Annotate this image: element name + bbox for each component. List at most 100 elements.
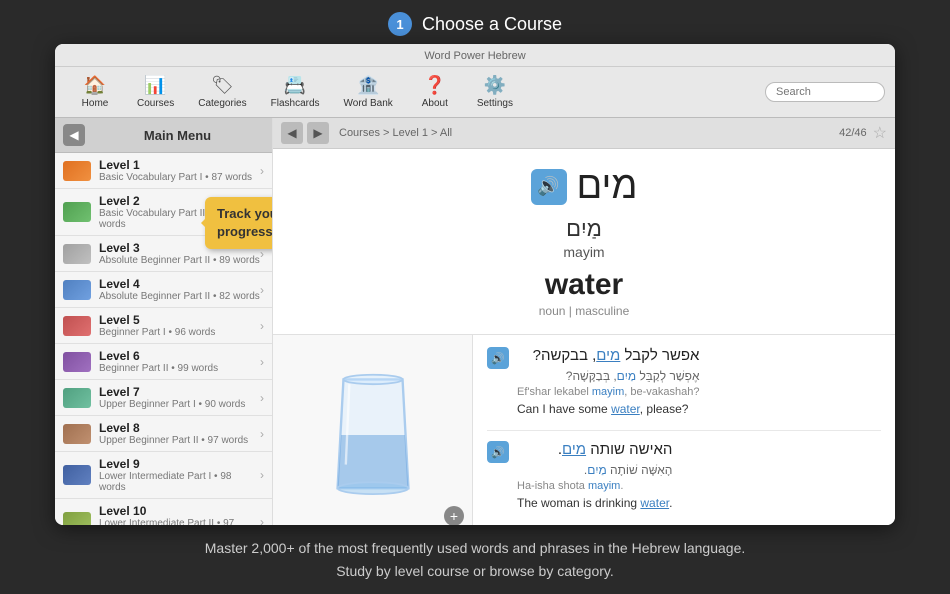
level-8-info: Level 8 Upper Beginner Part II • 97 word… (99, 421, 260, 446)
search-input[interactable] (765, 82, 885, 102)
chevron-icon: › (260, 355, 264, 369)
word-audio-row: 🔊 מים (531, 165, 638, 208)
content-area: ◀ Main Menu Level 1 Basic Vocabulary Par… (55, 118, 895, 525)
wordbank-icon: 🏦 (357, 75, 379, 96)
image-panel: + (273, 335, 473, 525)
level-9-desc: Lower Intermediate Part I • 98 words (99, 471, 260, 493)
sentence-1-audio-button[interactable]: 🔊 (487, 347, 509, 369)
settings-icon: ⚙️ (484, 75, 506, 96)
favorite-button[interactable]: ☆ (873, 123, 887, 143)
app-name: Word Power Hebrew (55, 48, 895, 66)
sentence-1-transliteration: Ef'shar lekabel mayim, be-vakashah? (517, 386, 699, 398)
nav-settings[interactable]: ⚙️ Settings (465, 71, 525, 113)
sidebar-item-level-10[interactable]: Level 10 Lower Intermediate Part II • 97… (55, 499, 272, 525)
sentence-1-english: Can I have some water, please? (517, 401, 699, 418)
nav-about-label: About (422, 98, 448, 109)
nav-settings-label: Settings (477, 98, 513, 109)
sentence-2-row: 🔊 האישה שותה מים. הָאִשָּׁה שׁוֹתָה מַיִ… (487, 439, 881, 512)
sidebar-item-level-8[interactable]: Level 8 Upper Beginner Part II • 97 word… (55, 416, 272, 452)
nav-flashcards-label: Flashcards (271, 98, 320, 109)
level-8-desc: Upper Beginner Part II • 97 words (99, 435, 260, 446)
level-9-info: Level 9 Lower Intermediate Part I • 98 w… (99, 457, 260, 493)
sentence-2-audio-button[interactable]: 🔊 (487, 441, 509, 463)
nav-categories-label: Categories (198, 98, 246, 109)
nav-flashcards[interactable]: 📇 Flashcards (259, 71, 332, 113)
chevron-icon: › (260, 319, 264, 333)
sentence-2-hebrew: האישה שותה מים. (517, 439, 672, 462)
level-10-info: Level 10 Lower Intermediate Part II • 97… (99, 504, 260, 525)
sentence-divider (487, 430, 881, 431)
word-type: noun | masculine (539, 304, 630, 318)
sidebar-item-level-9[interactable]: Level 9 Lower Intermediate Part I • 98 w… (55, 452, 272, 499)
home-icon: 🏠 (84, 75, 106, 96)
breadcrumb: Courses > Level 1 > All (333, 127, 839, 139)
hebrew-word-medium: מַיִם (566, 216, 602, 242)
sidebar-item-level-7[interactable]: Level 7 Upper Beginner Part I • 90 words… (55, 380, 272, 416)
add-image-button[interactable]: + (444, 506, 464, 525)
top-header: 1 Choose a Course (0, 0, 950, 44)
chevron-icon: › (260, 283, 264, 297)
sentence-1-hebrew: אפשר לקבל מים, בבקשה? (517, 345, 699, 368)
sidebar-item-level-2[interactable]: Level 2 Basic Vocabulary Part II • 100 w… (55, 189, 272, 236)
sentence-1-content: אפשר לקבל מים, בבקשה? אֶפְשַׁר לְקַבֵּל … (517, 345, 699, 418)
nav-categories[interactable]: 🏷 Categories (186, 71, 258, 113)
bottom-section: + 🔊 אפשר לקבל מים, בבקשה? אֶפְשַׁר לְקַב… (273, 335, 895, 525)
back-button[interactable]: ◀ (63, 124, 85, 146)
chevron-icon: › (260, 427, 264, 441)
sentence-2-content: האישה שותה מים. הָאִשָּׁה שׁוֹתָה מַיִם.… (517, 439, 672, 512)
nav-wordbank[interactable]: 🏦 Word Bank (332, 71, 405, 113)
word-display: 🔊 מים מַיִם mayim water noun | masculine (273, 149, 895, 335)
level-3-desc: Absolute Beginner Part II • 89 words (99, 255, 260, 266)
main-panel: ◀ ▶ Courses > Level 1 > All 42/46 ☆ 🔊 מי… (273, 118, 895, 525)
main-toolbar: ◀ ▶ Courses > Level 1 > All 42/46 ☆ (273, 118, 895, 149)
chevron-icon: › (260, 391, 264, 405)
sidebar-item-level-6[interactable]: Level 6 Beginner Part II • 99 words › (55, 344, 272, 380)
level-9-thumb (63, 465, 91, 485)
level-8-name: Level 8 (99, 421, 260, 435)
card-count: 42/46 (839, 127, 867, 139)
level-4-name: Level 4 (99, 277, 260, 291)
level-2-thumb (63, 202, 91, 222)
step-badge: 1 (388, 12, 412, 36)
glass-image (323, 370, 423, 500)
sidebar-item-level-5[interactable]: Level 5 Beginner Part I • 96 words › (55, 308, 272, 344)
word-english: water (545, 268, 623, 302)
tagline: Master 2,000+ of the most frequently use… (0, 525, 950, 594)
level-5-thumb (63, 316, 91, 336)
level-5-name: Level 5 (99, 313, 260, 327)
chevron-icon: › (260, 164, 264, 178)
flashcards-icon: 📇 (284, 75, 306, 96)
level-5-desc: Beginner Part I • 96 words (99, 327, 260, 338)
nav-about[interactable]: ❓ About (405, 71, 465, 113)
level-6-info: Level 6 Beginner Part II • 99 words (99, 349, 260, 374)
next-button[interactable]: ▶ (307, 122, 329, 144)
level-4-info: Level 4 Absolute Beginner Part II • 82 w… (99, 277, 260, 302)
nav-courses-label: Courses (137, 98, 174, 109)
level-7-name: Level 7 (99, 385, 260, 399)
chevron-icon: › (260, 515, 264, 525)
sidebar-item-level-4[interactable]: Level 4 Absolute Beginner Part II • 82 w… (55, 272, 272, 308)
sentence-1-row: 🔊 אפשר לקבל מים, בבקשה? אֶפְשַׁר לְקַבֵּ… (487, 345, 881, 418)
tagline-line2: Study by level course or browse by categ… (336, 563, 614, 579)
word-audio-button[interactable]: 🔊 (531, 169, 567, 205)
app-window: Word Power Hebrew 🏠 Home 📊 Courses 🏷 Cat… (55, 44, 895, 525)
level-6-thumb (63, 352, 91, 372)
sentence-1-voweled: אֶפְשַׁר לְקַבֵּל מַיִם, בְּבַקָּשָׁה? (517, 368, 699, 385)
level-5-info: Level 5 Beginner Part I • 96 words (99, 313, 260, 338)
track-progress-tooltip: Track yourprogress (205, 197, 272, 249)
sentence-2-english: The woman is drinking water. (517, 495, 672, 512)
nav-home[interactable]: 🏠 Home (65, 71, 125, 113)
nav-wordbank-label: Word Bank (344, 98, 393, 109)
page-title: Choose a Course (422, 14, 562, 35)
sidebar-header: ◀ Main Menu (55, 118, 272, 153)
prev-button[interactable]: ◀ (281, 122, 303, 144)
sentences-panel: 🔊 אפשר לקבל מים, בבקשה? אֶפְשַׁר לְקַבֵּ… (473, 335, 895, 525)
sidebar-item-level-1[interactable]: Level 1 Basic Vocabulary Part I • 87 wor… (55, 153, 272, 189)
level-7-thumb (63, 388, 91, 408)
level-9-name: Level 9 (99, 457, 260, 471)
sidebar-list: Level 1 Basic Vocabulary Part I • 87 wor… (55, 153, 272, 525)
word-transliteration: mayim (563, 244, 604, 260)
level-7-info: Level 7 Upper Beginner Part I • 90 words (99, 385, 260, 410)
nav-courses[interactable]: 📊 Courses (125, 71, 186, 113)
tagline-line1: Master 2,000+ of the most frequently use… (205, 540, 746, 556)
